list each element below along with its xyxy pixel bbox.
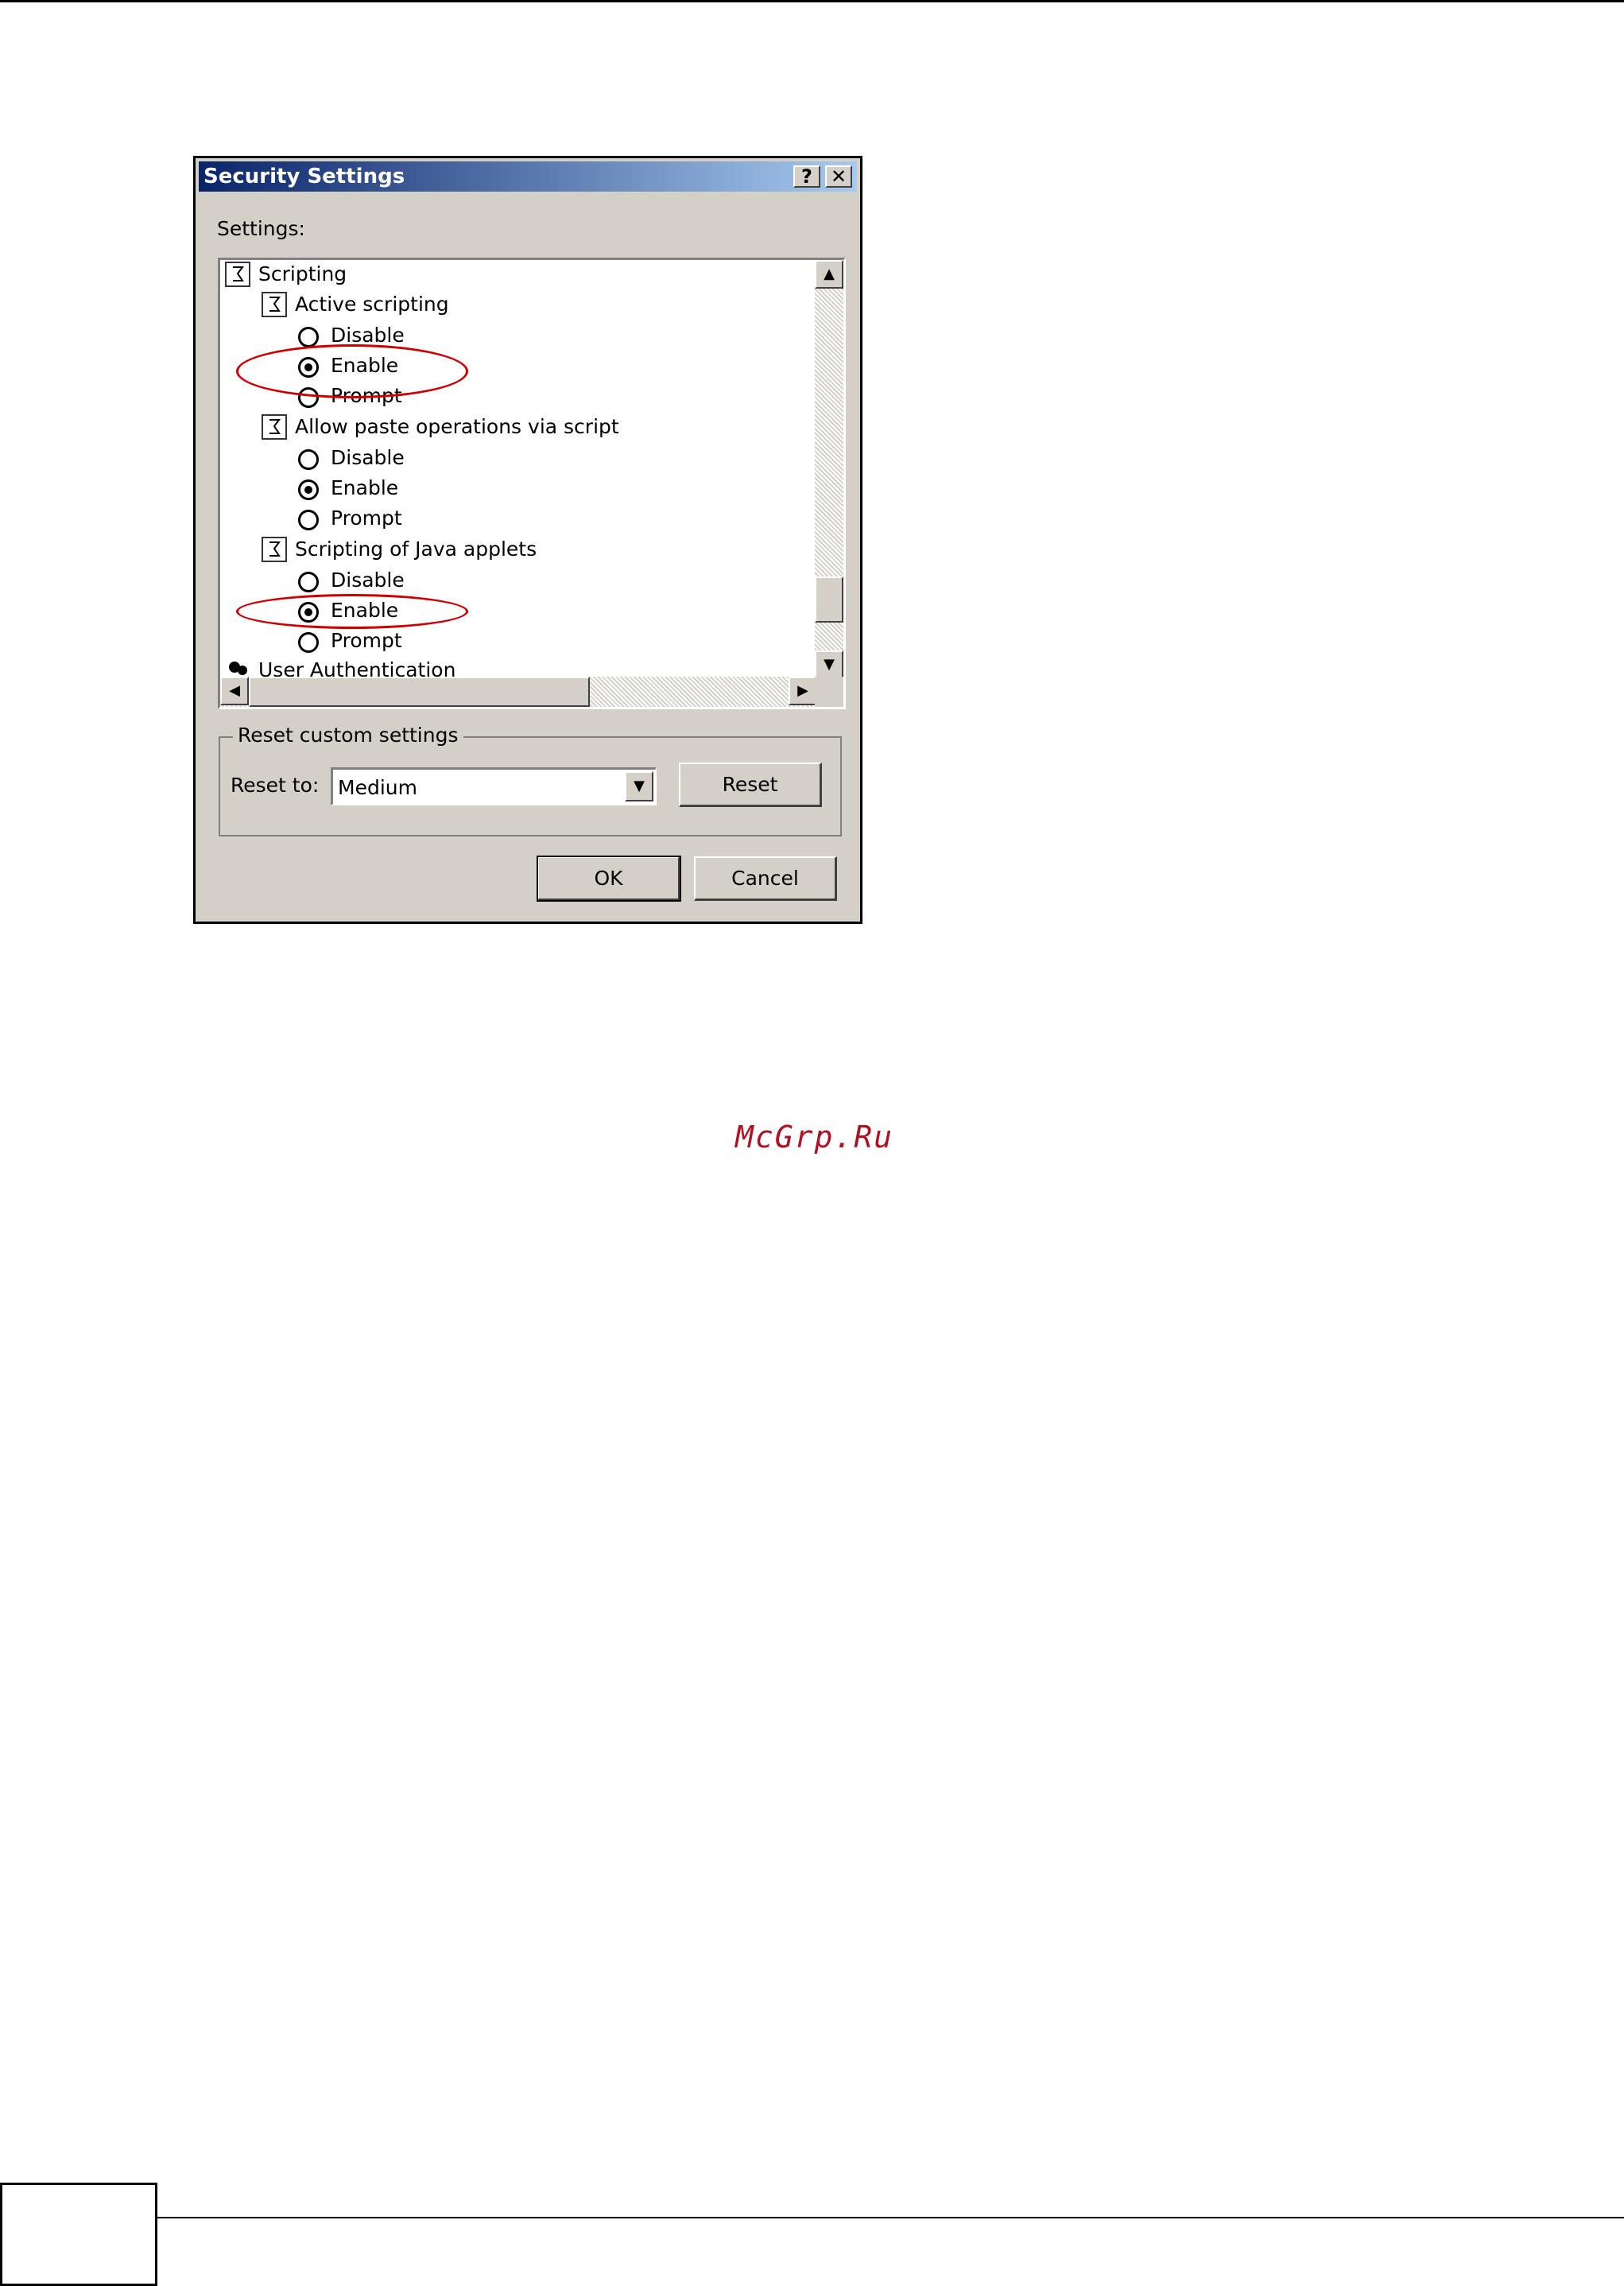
java-prompt-radio[interactable] <box>298 632 319 653</box>
scroll-up-button[interactable]: ▲ <box>815 260 843 289</box>
java-disable-radio[interactable] <box>298 572 319 592</box>
java-disable-label: Disable <box>331 569 405 592</box>
java-enable-label: Enable <box>331 599 399 622</box>
tree-item-active-scripting: Active scripting <box>295 293 449 316</box>
java-enable-radio[interactable] <box>298 602 319 623</box>
reset-group-title: Reset custom settings <box>233 724 463 747</box>
paste-disable-radio[interactable] <box>298 449 319 470</box>
paste-disable-label: Disable <box>331 446 405 469</box>
footer-rule <box>156 2217 1624 2218</box>
security-settings-dialog: Security Settings ? ✕ Settings: Scriptin… <box>193 156 862 924</box>
java-prompt-label: Prompt <box>331 629 402 652</box>
paste-prompt-label: Prompt <box>331 506 402 530</box>
close-button[interactable]: ✕ <box>825 165 852 188</box>
horizontal-scroll-thumb[interactable] <box>249 677 590 707</box>
horizontal-scrollbar[interactable]: ◀ ▶ <box>220 677 817 707</box>
ok-button[interactable]: OK <box>537 856 681 902</box>
watermark: McGrp.Ru <box>735 1120 894 1155</box>
cancel-button[interactable]: Cancel <box>694 856 837 901</box>
page-number-box <box>0 2183 157 2286</box>
java-applets-icon <box>262 537 287 562</box>
paste-operations-icon <box>262 414 287 440</box>
tree-item-java-applets: Scripting of Java applets <box>295 538 537 561</box>
active-scripting-disable-label: Disable <box>331 324 405 347</box>
scripting-icon <box>225 262 250 287</box>
reset-to-dropdown[interactable]: Medium ▼ <box>331 767 657 805</box>
scroll-right-button[interactable]: ▶ <box>789 677 817 705</box>
reset-to-value: Medium <box>338 776 417 799</box>
paste-enable-radio[interactable] <box>298 479 319 500</box>
reset-to-label: Reset to: <box>231 774 320 797</box>
vertical-scroll-thumb[interactable] <box>815 576 843 623</box>
paste-enable-label: Enable <box>331 476 399 499</box>
active-scripting-prompt-label: Prompt <box>331 384 402 407</box>
help-button[interactable]: ? <box>793 165 820 188</box>
active-scripting-enable-label: Enable <box>331 354 399 377</box>
paste-prompt-radio[interactable] <box>298 510 319 530</box>
dialog-titlebar[interactable]: Security Settings ? ✕ <box>199 161 857 192</box>
scroll-down-button[interactable]: ▼ <box>815 650 843 679</box>
scrollbar-corner <box>815 677 843 707</box>
dialog-title: Security Settings <box>203 165 405 188</box>
page-top-rule <box>0 0 1624 2</box>
settings-tree[interactable]: Scripting Active scripting Disable Enabl… <box>218 258 846 709</box>
vertical-scrollbar[interactable]: ▲ ▼ <box>815 260 843 679</box>
tree-item-scripting: Scripting <box>258 262 347 285</box>
settings-label: Settings: <box>217 217 305 240</box>
active-scripting-prompt-radio[interactable] <box>298 387 319 408</box>
active-scripting-enable-radio[interactable] <box>298 357 319 378</box>
active-scripting-icon <box>262 292 287 317</box>
dropdown-arrow-icon[interactable]: ▼ <box>625 771 653 801</box>
tree-item-paste-operations: Allow paste operations via script <box>295 415 619 438</box>
active-scripting-disable-radio[interactable] <box>298 327 319 347</box>
reset-button[interactable]: Reset <box>679 763 822 807</box>
scroll-left-button[interactable]: ◀ <box>220 677 249 705</box>
